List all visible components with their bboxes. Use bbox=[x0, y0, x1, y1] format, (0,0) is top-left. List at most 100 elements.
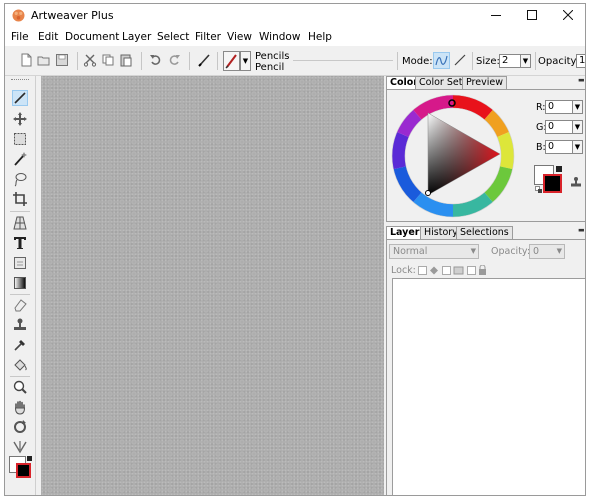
hand-icon bbox=[14, 400, 26, 415]
swap-colors-icon[interactable] bbox=[555, 165, 563, 173]
maximize-button[interactable] bbox=[514, 4, 550, 28]
layer-opacity-value: 0 bbox=[533, 246, 540, 257]
brush-category-label: Pencils bbox=[255, 51, 290, 62]
tool-gradient[interactable] bbox=[12, 275, 28, 291]
text-icon bbox=[14, 237, 26, 249]
toolbar-separator bbox=[397, 52, 398, 70]
toolbar-separator bbox=[141, 52, 142, 70]
color-panel-menu-icon[interactable]: ▬ bbox=[578, 77, 585, 84]
b-dropdown[interactable]: ▼ bbox=[572, 140, 583, 154]
brush-icon bbox=[14, 92, 26, 104]
magic-wand-icon bbox=[14, 152, 27, 166]
tool-zoom[interactable] bbox=[12, 379, 28, 395]
pencil-preset-icon bbox=[224, 52, 239, 70]
tool-clone-stamp[interactable] bbox=[12, 317, 28, 333]
paste-icon[interactable] bbox=[119, 53, 133, 67]
tool-eraser[interactable] bbox=[12, 297, 28, 313]
tool-shape[interactable] bbox=[12, 255, 28, 271]
opacity-label: Opacity: bbox=[538, 56, 580, 67]
menu-document[interactable]: Document bbox=[65, 31, 119, 43]
mode-line-icon[interactable] bbox=[453, 53, 467, 67]
close-button[interactable] bbox=[550, 4, 585, 28]
primary-color-swatch[interactable] bbox=[543, 174, 562, 193]
r-dropdown[interactable]: ▼ bbox=[572, 100, 583, 114]
tool-magic-wand[interactable] bbox=[12, 151, 28, 167]
tool-perspective[interactable] bbox=[12, 215, 28, 231]
copy-icon[interactable] bbox=[101, 53, 115, 67]
tool-brush[interactable] bbox=[12, 90, 28, 106]
rectangle-select-icon bbox=[14, 133, 26, 145]
toolbar-separator bbox=[535, 52, 536, 70]
redo-icon[interactable] bbox=[167, 53, 181, 67]
toolbar-separator bbox=[217, 52, 218, 70]
brush-variant-label: Pencil bbox=[255, 62, 285, 73]
brush-preset-thumbnail[interactable] bbox=[223, 51, 240, 71]
tool-eyedropper[interactable] bbox=[12, 337, 28, 353]
app-window: Artweaver Plus File Edit Document Layer … bbox=[4, 3, 586, 496]
stamp-icon[interactable] bbox=[570, 176, 582, 188]
cut-icon[interactable] bbox=[83, 53, 97, 67]
minimize-button[interactable] bbox=[478, 4, 514, 28]
tool-transform[interactable] bbox=[12, 439, 28, 455]
toolbar-separator bbox=[77, 52, 78, 70]
menu-file[interactable]: File bbox=[11, 31, 29, 43]
size-label: Size: bbox=[476, 56, 500, 67]
title-bar[interactable]: Artweaver Plus bbox=[5, 4, 585, 28]
layer-list[interactable] bbox=[392, 278, 585, 495]
lock-options[interactable] bbox=[418, 265, 528, 276]
tab-color-set[interactable]: Color Set bbox=[415, 76, 467, 89]
color-panel: R: 0 ▼ G: 0 ▼ B: 0 ▼ bbox=[386, 89, 585, 222]
new-document-icon[interactable] bbox=[19, 53, 33, 67]
open-folder-icon[interactable] bbox=[37, 53, 51, 67]
toolbox-primary-color-swatch[interactable] bbox=[16, 463, 31, 478]
swap-colors-icon[interactable] bbox=[26, 455, 33, 462]
tab-selections[interactable]: Selections bbox=[456, 226, 513, 239]
tool-rectangle-select[interactable] bbox=[12, 131, 28, 147]
size-input[interactable]: 2 bbox=[499, 54, 521, 68]
tool-lasso[interactable] bbox=[12, 171, 28, 187]
rotate-icon bbox=[14, 420, 26, 433]
layer-opacity-input[interactable]: 0 ▼ bbox=[529, 244, 565, 259]
tool-crop[interactable] bbox=[12, 191, 28, 207]
lock-label: Lock: bbox=[391, 265, 416, 276]
menu-edit[interactable]: Edit bbox=[38, 31, 58, 43]
menu-layer[interactable]: Layer bbox=[122, 31, 151, 43]
lasso-icon bbox=[14, 173, 27, 187]
save-icon[interactable] bbox=[55, 53, 69, 67]
toolbox-grip[interactable] bbox=[11, 79, 29, 82]
blend-mode-select[interactable]: Normal ▼ bbox=[389, 244, 479, 259]
tool-hand[interactable] bbox=[12, 399, 28, 415]
menu-view[interactable]: View bbox=[227, 31, 252, 43]
canvas-area[interactable] bbox=[41, 76, 384, 495]
opacity-input[interactable]: 1 bbox=[576, 54, 585, 68]
menu-help[interactable]: Help bbox=[308, 31, 332, 43]
color-marker[interactable] bbox=[425, 190, 431, 196]
size-dropdown[interactable]: ▼ bbox=[520, 54, 531, 68]
menu-filter[interactable]: Filter bbox=[195, 31, 221, 43]
brush-tool-icon[interactable] bbox=[197, 53, 211, 67]
tool-move[interactable] bbox=[12, 111, 28, 127]
reset-colors-icon[interactable] bbox=[535, 186, 543, 194]
undo-icon[interactable] bbox=[149, 53, 163, 67]
eyedropper-icon bbox=[14, 340, 25, 351]
artweaver-logo-icon bbox=[12, 9, 25, 22]
toolbar: ▼ Pencils Pencil Mode: Size: 2 ▼ Opacity… bbox=[5, 47, 585, 76]
brush-preset-dropdown[interactable]: ▼ bbox=[240, 51, 251, 71]
g-dropdown[interactable]: ▼ bbox=[572, 120, 583, 134]
layer-opacity-dropdown-icon: ▼ bbox=[556, 247, 562, 255]
menu-bar: File Edit Document Layer Select Filter V… bbox=[5, 28, 585, 46]
perspective-icon bbox=[13, 216, 27, 230]
blend-mode-dropdown-icon: ▼ bbox=[470, 247, 476, 255]
tab-preview[interactable]: Preview bbox=[462, 76, 507, 89]
mode-freehand-button[interactable] bbox=[433, 52, 450, 69]
menu-select[interactable]: Select bbox=[157, 31, 189, 43]
tool-fill[interactable] bbox=[12, 357, 28, 373]
minimize-icon bbox=[491, 15, 501, 16]
menu-window[interactable]: Window bbox=[259, 31, 300, 43]
toolbar-separator bbox=[189, 52, 190, 70]
layer-opacity-label: Opacity: bbox=[491, 246, 531, 257]
tool-rotate[interactable] bbox=[12, 419, 28, 435]
layers-panel-menu-icon[interactable]: ▬ bbox=[578, 227, 585, 234]
tool-text[interactable] bbox=[12, 235, 28, 251]
color-wheel[interactable] bbox=[390, 93, 516, 219]
